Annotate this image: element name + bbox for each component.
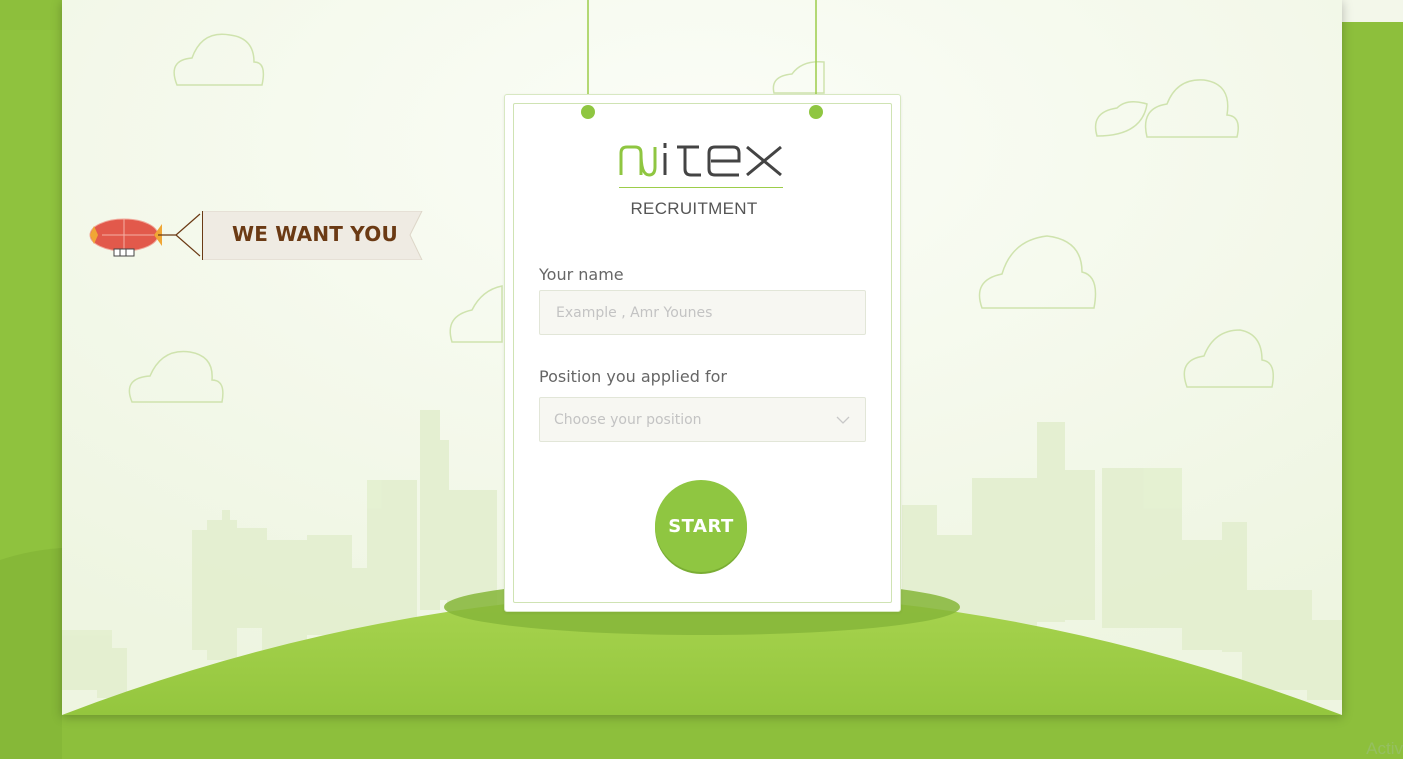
we-want-you-banner: WE WANT YOU [202, 211, 424, 260]
position-label: Position you applied for [539, 367, 727, 386]
name-input[interactable] [554, 303, 851, 322]
banner-text: WE WANT YOU [232, 222, 398, 246]
start-button[interactable]: START [655, 480, 747, 572]
logo-divider [619, 187, 783, 188]
position-select-placeholder: Choose your position [554, 411, 702, 428]
scene-frame: WE WANT YOU RECRUITMENT Your name Exampl… [62, 0, 1342, 715]
pin-left-icon [581, 105, 595, 119]
recruitment-card: RECRUITMENT Your name Position you appli… [504, 94, 901, 612]
chevron-down-icon [836, 416, 850, 424]
name-field[interactable] [539, 290, 866, 335]
position-select[interactable]: Choose your position [539, 397, 866, 442]
name-label: Your name [539, 265, 624, 284]
corner-watermark-text: Activ [1366, 739, 1403, 758]
pin-right-icon [809, 105, 823, 119]
page-subtitle: RECRUITMENT [630, 199, 758, 218]
nitex-logo [619, 139, 785, 183]
